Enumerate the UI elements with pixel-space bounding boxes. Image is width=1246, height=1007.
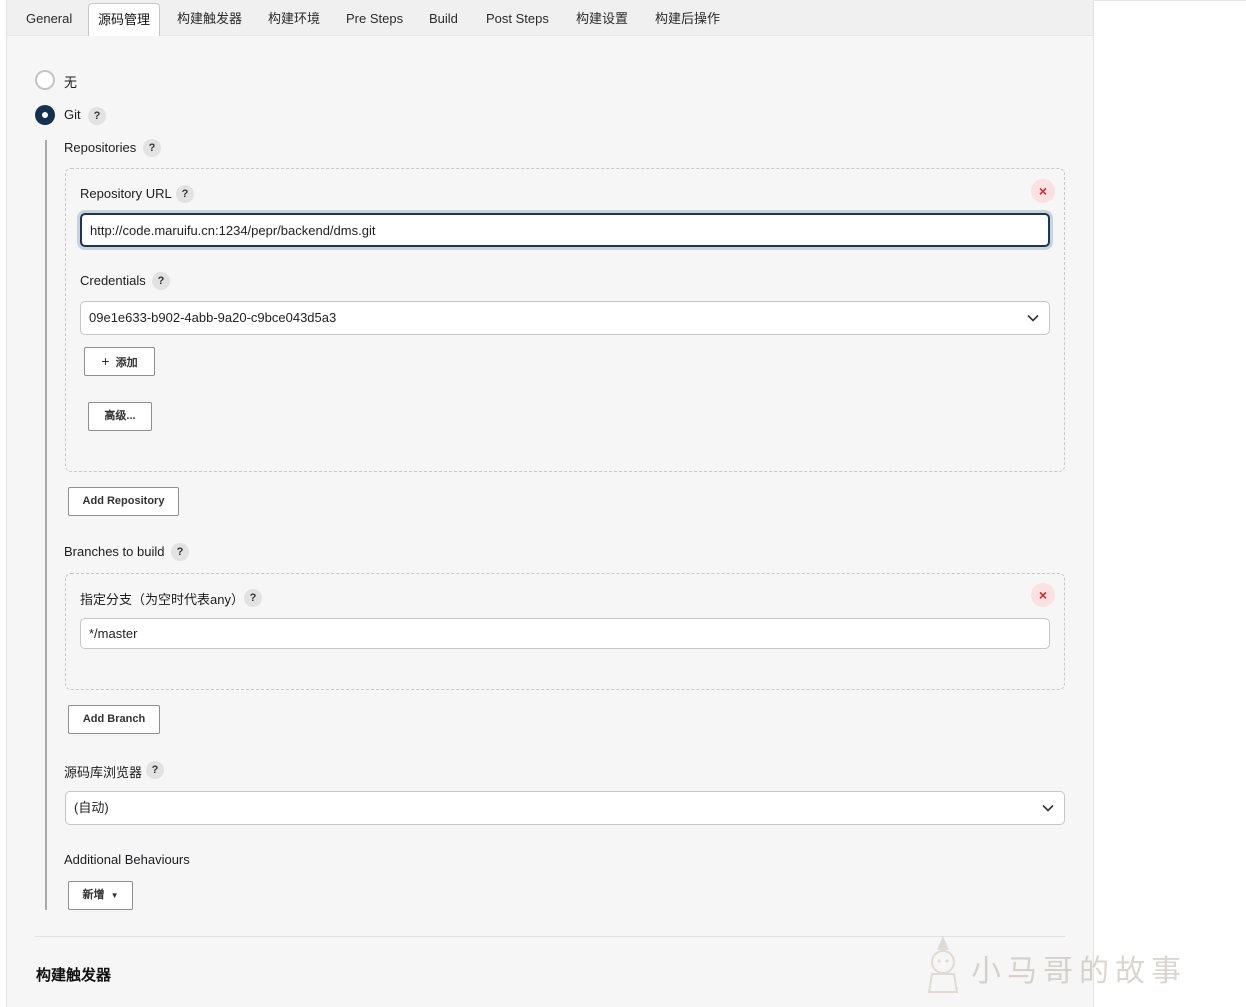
tab-build[interactable]: Build [429,3,458,36]
help-icon[interactable]: ? [152,272,170,290]
add-behaviour-dropdown-button[interactable]: 新增 ▼ [68,881,133,910]
tab-build-environment[interactable]: 构建环境 [268,3,320,36]
tab-general[interactable]: General [26,3,72,36]
watermark-text: 小马哥的故事 [971,954,1187,989]
tab-build-triggers[interactable]: 构建触发器 [177,3,242,36]
add-behaviour-label: 新增 [82,889,105,901]
remove-repository-close-icon[interactable]: × [1031,179,1055,203]
radio-none-label: 无 [64,75,78,90]
repository-url-input[interactable] [80,213,1050,247]
repository-browser-value: (自动) [74,800,109,815]
config-panel: General 源码管理 构建触发器 构建环境 Pre Steps Build … [6,0,1094,1007]
branches-label: Branches to build [64,544,165,559]
watermark-logo: 小马哥的故事 [915,934,1195,994]
help-icon[interactable]: ? [143,139,161,157]
help-icon[interactable]: ? [244,589,262,607]
repository-browser-label: 源码库浏览器 [64,765,143,780]
repositories-label: Repositories [64,140,137,155]
tab-source-management[interactable]: 源码管理 [88,3,161,36]
repository-browser-select[interactable]: (自动) [65,791,1065,825]
radio-git[interactable] [35,105,55,125]
help-icon[interactable]: ? [176,185,194,203]
branch-specifier-label: 指定分支（为空时代表any） [80,592,244,607]
tab-pre-steps[interactable]: Pre Steps [346,3,403,36]
add-credentials-label: 添加 [115,357,138,369]
build-triggers-section-title: 构建触发器 [36,967,112,984]
radio-none[interactable] [35,70,55,90]
plus-icon: + [101,353,110,369]
add-branch-button[interactable]: Add Branch [68,705,160,734]
help-icon[interactable]: ? [146,761,164,779]
caret-down-icon: ▼ [110,891,119,900]
section-divider [35,936,1065,937]
chevron-down-icon [1042,804,1054,812]
tab-post-steps[interactable]: Post Steps [486,3,549,36]
credentials-value: 09e1e633-b902-4abb-9a20-c9bce043d5a3 [89,310,337,325]
credentials-label: Credentials [80,273,146,288]
repository-url-label: Repository URL [80,186,172,201]
repository-box: Repository URL ? × Credentials ? 09e1e63… [65,168,1065,472]
chevron-down-icon [1027,314,1039,322]
remove-branch-close-icon[interactable]: × [1031,583,1055,607]
radio-git-label: Git [64,107,81,122]
additional-behaviours-label: Additional Behaviours [64,852,190,867]
tab-post-build-actions[interactable]: 构建后操作 [655,3,720,36]
add-repository-button[interactable]: Add Repository [68,487,179,516]
top-right-divider [1094,0,1246,1]
branch-specifier-input[interactable] [80,618,1050,649]
advanced-button[interactable]: 高级... [88,402,152,431]
tab-bar: General 源码管理 构建触发器 构建环境 Pre Steps Build … [7,0,1093,36]
credentials-select[interactable]: 09e1e633-b902-4abb-9a20-c9bce043d5a3 [80,301,1050,335]
git-section-indent-line [45,140,47,910]
add-credentials-button[interactable]: + 添加 [84,347,155,376]
help-icon[interactable]: ? [88,107,106,125]
branch-box: 指定分支（为空时代表any） ? × [65,573,1065,690]
character-icon [927,936,959,993]
tab-build-settings[interactable]: 构建设置 [576,3,628,36]
help-icon[interactable]: ? [171,543,189,561]
